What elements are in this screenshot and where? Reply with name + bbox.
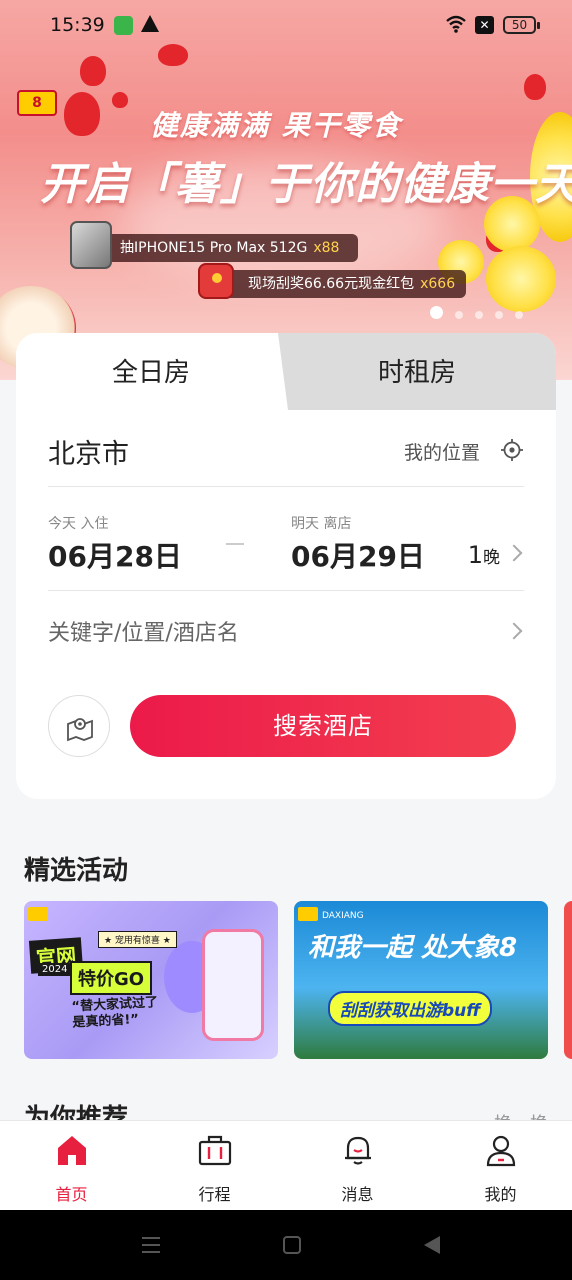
map-search-button[interactable] — [48, 695, 110, 757]
checkout-label: 明天 离店 — [291, 516, 352, 532]
warning-icon — [141, 15, 159, 32]
promo-banner[interactable]: 8 健康满满 果干零食 开启「薯」于你的健康一天 抽IPHONE15 Pro M… — [0, 0, 572, 380]
prize-count: x88 — [313, 240, 340, 256]
carousel-dot — [495, 311, 503, 319]
promo-subtitle: 特价GO — [70, 961, 153, 995]
promo-tag: ★ 宠用有惊喜 ★ — [98, 931, 177, 948]
tab-messages[interactable]: 消息 — [286, 1121, 429, 1211]
strawberry-decoration — [64, 92, 100, 136]
app-notification-icon — [114, 16, 133, 35]
battery-icon: 50 — [503, 16, 540, 34]
activity-card-partial[interactable] — [564, 901, 572, 1059]
prize-iphone: 抽IPHONE15 Pro Max 512G x88 — [72, 234, 358, 262]
no-sim-icon: ✕ — [475, 16, 494, 34]
activity-card-official-deal[interactable]: ★ 宠用有惊喜 ★ 官网 2024 特价GO “替大家试过了 是真的省!” — [24, 901, 278, 1059]
status-bar: 15:39 ✕ 50 — [0, 0, 572, 50]
my-location-button[interactable]: 我的位置 — [404, 438, 480, 465]
refresh-recommend-button[interactable]: 换一换 — [494, 1110, 548, 1120]
checkin-label: 今天 入住 — [48, 516, 109, 532]
checkout-date[interactable]: 06月29日 — [291, 535, 425, 575]
map-pin-icon — [67, 718, 93, 742]
checkin-date[interactable]: 06月28日 — [48, 535, 182, 575]
hotel-search-card: 全日房 时租房 北京市 我的位置 今天 入住 06月28日 明天 离店 06月2… — [16, 333, 556, 799]
suitcase-icon — [198, 1135, 232, 1166]
banner-slogan: 健康满满 果干零食 — [150, 109, 402, 142]
date-separator — [226, 543, 244, 545]
banner-headline: 开启「薯」于你的健康一天 — [40, 159, 572, 210]
city-row[interactable]: 北京市 我的位置 — [48, 410, 524, 487]
prize-count: x666 — [420, 276, 456, 292]
brand-logo-small — [298, 907, 318, 921]
home-icon — [58, 1136, 86, 1165]
nights-count: 1晚 — [468, 541, 500, 569]
keyword-row[interactable]: 关键字/位置/酒店名 — [48, 591, 524, 671]
tab-label: 行程 — [198, 1185, 231, 1204]
promo-quote: “替大家试过了 是真的省!” — [71, 995, 159, 1031]
home-nav-icon[interactable] — [283, 1236, 301, 1254]
tab-hourly-room[interactable]: 时租房 — [278, 333, 556, 410]
prize-text: 现场刮奖66.66元现金红包 — [248, 276, 415, 292]
carousel-dot — [475, 311, 483, 319]
system-navigation-bar — [0, 1210, 572, 1280]
back-icon[interactable] — [424, 1236, 440, 1254]
brand-logo-small — [28, 907, 48, 921]
locate-icon[interactable] — [500, 438, 524, 462]
menu-icon[interactable] — [141, 1236, 161, 1254]
bell-icon — [345, 1136, 371, 1165]
section-title-recommend: 为你推荐 — [24, 1104, 129, 1120]
promo-brand: DAXIANG — [322, 911, 364, 921]
tab-itinerary[interactable]: 行程 — [143, 1121, 286, 1211]
promo-pill: 刮刮获取出游buff — [328, 991, 493, 1026]
promo-year: 2024 — [38, 963, 72, 976]
chevron-right-icon — [505, 622, 523, 640]
carousel-dot-active — [430, 306, 443, 319]
phone-illustration — [202, 929, 264, 1041]
tab-full-day-room[interactable]: 全日房 — [16, 333, 286, 410]
activity-card-daxiang[interactable]: DAXIANG 和我一起 处大象8 刮刮获取出游buff — [294, 901, 548, 1059]
prize-red-packet: 现场刮奖66.66元现金红包 x666 — [200, 270, 466, 298]
user-icon — [486, 1135, 516, 1167]
chevron-right-icon — [505, 544, 523, 562]
nights-unit: 晚 — [483, 548, 500, 568]
city-name[interactable]: 北京市 — [48, 432, 129, 471]
tab-home[interactable]: 首页 — [0, 1121, 143, 1211]
keyword-search-input[interactable]: 关键字/位置/酒店名 — [48, 615, 239, 647]
tab-label: 消息 — [341, 1185, 374, 1204]
tab-label: 我的 — [484, 1185, 517, 1204]
carousel-indicator — [430, 304, 535, 319]
date-row[interactable]: 今天 入住 06月28日 明天 离店 06月29日 1晚 — [48, 487, 524, 591]
carousel-dot — [455, 311, 463, 319]
wifi-icon — [446, 15, 466, 33]
search-hotel-button[interactable]: 搜索酒店 — [130, 695, 516, 757]
brand-logo: 8 — [17, 90, 57, 116]
promo-script-title: 和我一起 处大象8 — [308, 933, 518, 963]
red-packet-icon — [198, 263, 234, 299]
carousel-dot — [515, 311, 523, 319]
strawberry-decoration — [80, 56, 106, 86]
room-type-tabs: 全日房 时租房 — [16, 333, 556, 410]
nights-number: 1 — [467, 541, 483, 569]
status-time: 15:39 — [50, 14, 105, 36]
tab-label: 首页 — [55, 1185, 88, 1204]
prize-text: 抽IPHONE15 Pro Max 512G — [120, 240, 308, 256]
iphone-image — [70, 221, 112, 269]
section-title-activities: 精选活动 — [24, 856, 129, 886]
bottom-tab-bar: 首页 行程 消息 我的 — [0, 1120, 572, 1210]
strawberry-decoration — [524, 74, 546, 100]
tab-profile[interactable]: 我的 — [429, 1121, 572, 1211]
lemon-decoration — [486, 246, 556, 312]
strawberry-decoration — [112, 92, 128, 108]
